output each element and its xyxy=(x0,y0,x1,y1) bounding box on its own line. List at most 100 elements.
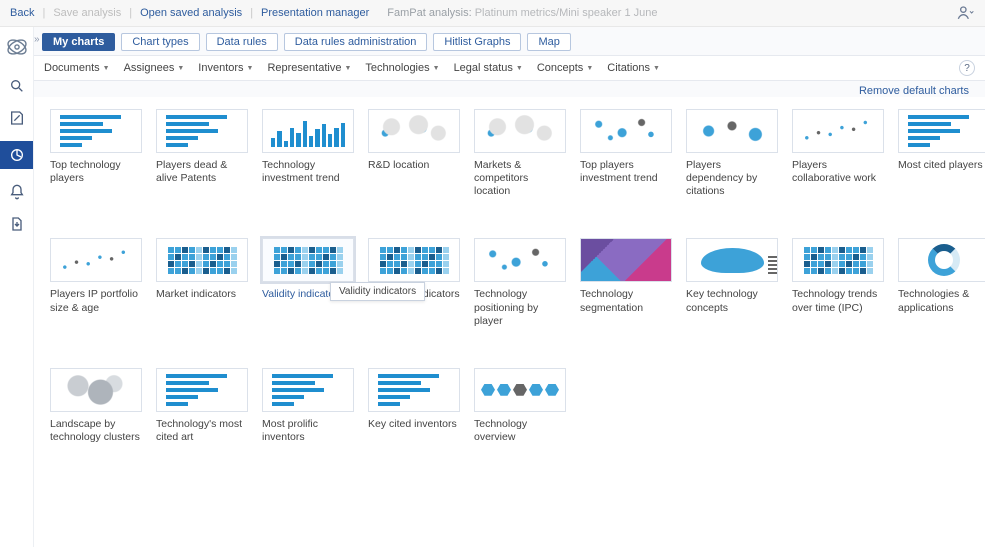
chart-label: Technology trends over time (IPC) xyxy=(792,288,884,314)
chart-thumbnail xyxy=(50,238,142,282)
chart-thumbnail xyxy=(686,109,778,153)
tab-hitlist-graphs[interactable]: Hitlist Graphs xyxy=(433,33,521,51)
chart-card[interactable]: Markets & competitors location xyxy=(474,109,566,198)
chart-label: Technology investment trend xyxy=(262,159,354,185)
chart-label: Key cited inventors xyxy=(368,418,460,431)
chart-thumbnail xyxy=(156,109,248,153)
chart-thumbnail xyxy=(474,368,566,412)
chart-thumbnail xyxy=(368,368,460,412)
chart-card[interactable]: Players collaborative work xyxy=(792,109,884,185)
filter-concepts[interactable]: Concepts ▼ xyxy=(537,62,593,74)
filter-technologies[interactable]: Technologies ▼ xyxy=(365,62,439,74)
chart-thumbnail xyxy=(368,109,460,153)
chart-card[interactable]: Top technology players xyxy=(50,109,142,185)
chart-label: Technology overview xyxy=(474,418,566,444)
chart-card[interactable]: Landscape by technology clusters xyxy=(50,368,142,444)
chart-thumbnail xyxy=(474,109,566,153)
chart-card[interactable]: Most prolific inventors xyxy=(262,368,354,444)
tab-data-rules[interactable]: Data rules xyxy=(206,33,278,51)
chart-card[interactable]: Players dead & alive Patents xyxy=(156,109,248,185)
chart-label: Players dead & alive Patents xyxy=(156,159,248,185)
chart-card[interactable]: Most cited players xyxy=(898,109,985,172)
filter-legal-status[interactable]: Legal status ▼ xyxy=(454,62,523,74)
filter-documents[interactable]: Documents ▼ xyxy=(44,62,110,74)
chart-label: R&D location xyxy=(368,159,460,172)
chart-label: Technology segmentation xyxy=(580,288,672,314)
chart-thumbnail xyxy=(156,368,248,412)
chart-card[interactable]: Technology overview xyxy=(474,368,566,444)
page-title: FamPat analysis: Platinum metrics/Mini s… xyxy=(387,7,657,19)
chart-thumbnail xyxy=(262,109,354,153)
chart-thumbnail xyxy=(792,109,884,153)
chart-thumbnail xyxy=(156,238,248,282)
tab-map[interactable]: Map xyxy=(527,33,570,51)
back-link[interactable]: Back xyxy=(10,7,34,19)
chart-label: Top technology players xyxy=(50,159,142,185)
chart-card[interactable]: Technology's most cited art xyxy=(156,368,248,444)
chart-card[interactable]: Key cited inventors xyxy=(368,368,460,431)
chevron-down-icon: ▼ xyxy=(516,65,523,72)
user-menu-icon[interactable] xyxy=(955,3,975,23)
export-icon[interactable] xyxy=(8,215,26,233)
app-logo-icon xyxy=(3,33,31,61)
chart-card[interactable]: Players dependency by citations xyxy=(686,109,778,198)
chart-label: Players IP portfolio size & age xyxy=(50,288,142,314)
chart-gallery: Top technology players Players dead & ali… xyxy=(34,97,985,547)
chart-label: Most prolific inventors xyxy=(262,418,354,444)
chart-card[interactable]: Key technology concepts xyxy=(686,238,778,314)
chevron-down-icon: ▼ xyxy=(653,65,660,72)
chevron-down-icon: ▼ xyxy=(344,65,351,72)
chart-thumbnail xyxy=(580,238,672,282)
chart-label: Technologies & applications xyxy=(898,288,985,314)
remove-default-charts-link[interactable]: Remove default charts xyxy=(859,85,969,97)
chart-thumbnail xyxy=(898,109,985,153)
tab-row: My charts Chart types Data rules Data rules… xyxy=(34,27,985,56)
chart-card[interactable]: Market indicators xyxy=(156,238,248,301)
chart-card[interactable]: Technology trends over time (IPC) xyxy=(792,238,884,314)
chevron-down-icon: ▼ xyxy=(586,65,593,72)
chart-label: Technology positioning by player xyxy=(474,288,566,327)
top-bar: Back | Save analysis | Open saved analys… xyxy=(0,0,985,27)
chevron-down-icon: ▼ xyxy=(433,65,440,72)
tab-my-charts[interactable]: My charts xyxy=(42,33,115,51)
search-icon[interactable] xyxy=(8,77,26,95)
filter-representative[interactable]: Representative ▼ xyxy=(267,62,351,74)
presentation-manager-link[interactable]: Presentation manager xyxy=(261,7,369,19)
save-analysis-link: Save analysis xyxy=(53,7,121,19)
chart-card[interactable]: R&D location xyxy=(368,109,460,172)
help-icon[interactable]: ? xyxy=(959,60,975,76)
edit-icon[interactable] xyxy=(8,109,26,127)
chart-label: Key technology concepts xyxy=(686,288,778,314)
chart-thumbnail xyxy=(898,238,985,282)
chart-card[interactable]: Players IP portfolio size & age xyxy=(50,238,142,314)
tab-data-rules-administration[interactable]: Data rules administration xyxy=(284,33,428,51)
chart-thumbnail xyxy=(474,238,566,282)
chart-thumbnail xyxy=(262,368,354,412)
tab-chart-types[interactable]: Chart types xyxy=(121,33,199,51)
chart-thumbnail xyxy=(50,109,142,153)
collapse-sidebar-icon[interactable]: » xyxy=(34,34,44,44)
chart-thumbnail xyxy=(368,238,460,282)
chart-thumbnail xyxy=(792,238,884,282)
chart-label: Top players investment trend xyxy=(580,159,672,185)
chart-card[interactable]: Top players investment trend xyxy=(580,109,672,185)
filter-assignees[interactable]: Assignees ▼ xyxy=(124,62,185,74)
chart-label: Most cited players xyxy=(898,159,985,172)
chevron-down-icon: ▼ xyxy=(177,65,184,72)
chart-label: Markets & competitors location xyxy=(474,159,566,198)
chart-thumbnail xyxy=(262,238,354,282)
filter-inventors[interactable]: Inventors ▼ xyxy=(198,62,253,74)
chart-thumbnail xyxy=(686,238,778,282)
filter-citations[interactable]: Citations ▼ xyxy=(607,62,660,74)
chart-card[interactable]: Technologies & applications xyxy=(898,238,985,314)
chart-thumbnail xyxy=(50,368,142,412)
chart-card[interactable]: Technology positioning by player xyxy=(474,238,566,327)
sidebar xyxy=(0,27,34,547)
chart-card[interactable]: Technology investment trend xyxy=(262,109,354,185)
analysis-icon[interactable] xyxy=(0,141,33,169)
chart-label: Market indicators xyxy=(156,288,248,301)
alerts-icon[interactable] xyxy=(8,183,26,201)
chart-label: Players collaborative work xyxy=(792,159,884,185)
open-saved-link[interactable]: Open saved analysis xyxy=(140,7,242,19)
chart-card[interactable]: Technology segmentation xyxy=(580,238,672,314)
